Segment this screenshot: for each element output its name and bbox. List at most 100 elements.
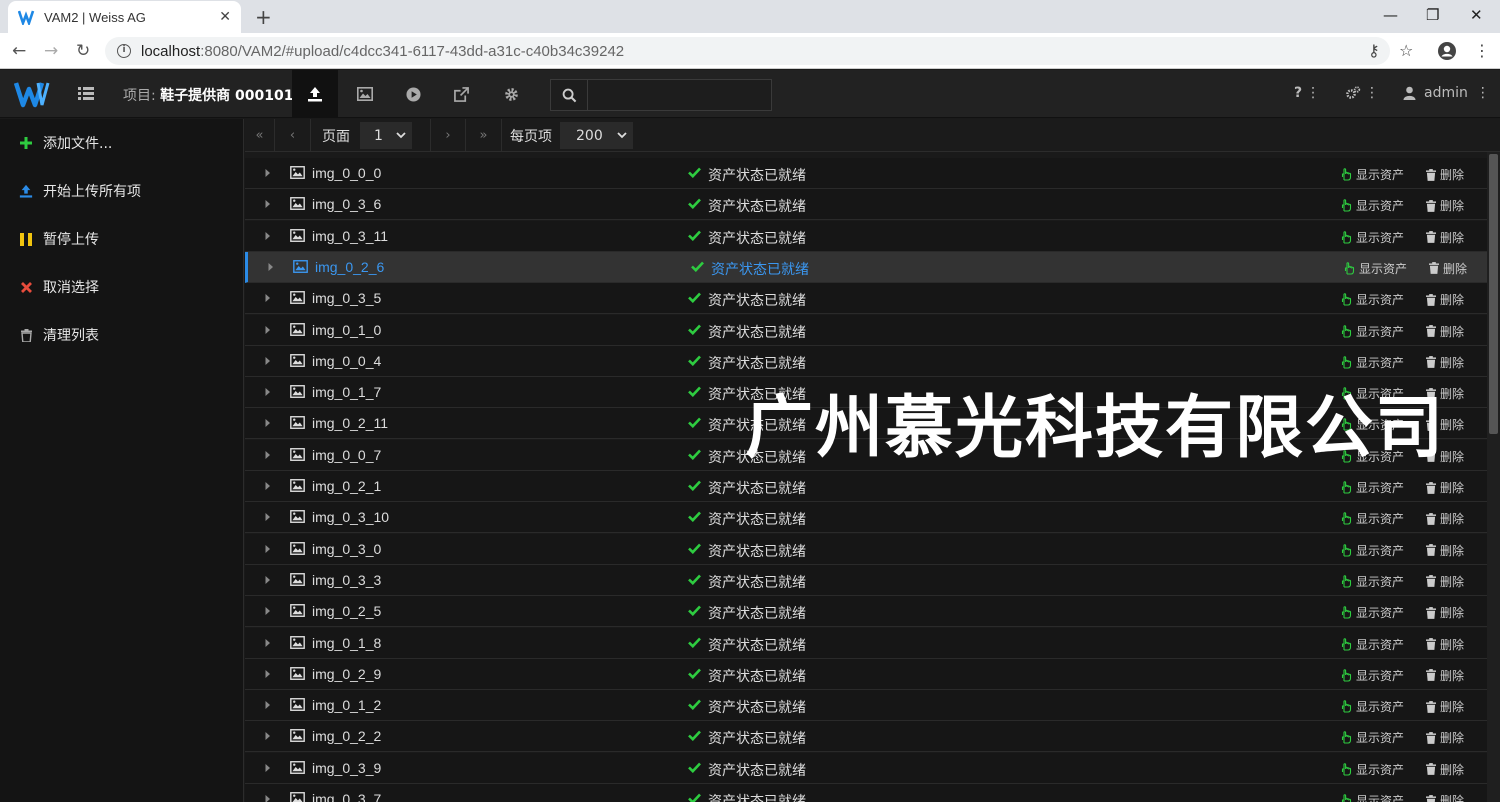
list-item[interactable]: img_0_2_9 资产状态已就绪 显示资产 删除 (245, 658, 1487, 690)
expand-chevron-icon[interactable] (264, 638, 272, 648)
asset-name[interactable]: img_0_0_4 (312, 353, 381, 369)
minimize-icon[interactable]: — (1383, 6, 1398, 24)
asset-name[interactable]: img_0_2_2 (312, 728, 381, 744)
show-asset-button[interactable]: 显示资产 (1341, 573, 1404, 590)
show-asset-button[interactable]: 显示资产 (1341, 510, 1404, 527)
expand-chevron-icon[interactable] (264, 794, 272, 802)
search-input[interactable] (589, 80, 769, 110)
expand-chevron-icon[interactable] (264, 387, 272, 397)
play-tab[interactable] (389, 70, 437, 118)
delete-button[interactable]: 删除 (1426, 510, 1464, 527)
list-item[interactable]: img_0_2_11 资产状态已就绪 显示资产 删除 (245, 408, 1487, 440)
pause-upload-button[interactable]: 暂停上传 (0, 215, 244, 263)
show-asset-button[interactable]: 显示资产 (1341, 291, 1404, 308)
list-item[interactable]: img_0_1_8 资产状态已就绪 显示资产 删除 (245, 627, 1487, 659)
expand-chevron-icon[interactable] (264, 199, 272, 209)
asset-name[interactable]: img_0_1_2 (312, 697, 381, 713)
list-item[interactable]: img_0_2_5 资产状态已就绪 显示资产 删除 (245, 596, 1487, 628)
expand-chevron-icon[interactable] (264, 731, 272, 741)
list-item[interactable]: img_0_1_0 资产状态已就绪 显示资产 删除 (245, 314, 1487, 346)
show-asset-button[interactable]: 显示资产 (1341, 729, 1404, 746)
back-icon[interactable]: ← (12, 41, 26, 61)
show-asset-button[interactable]: 显示资产 (1341, 323, 1404, 340)
expand-chevron-icon[interactable] (264, 450, 272, 460)
delete-button[interactable]: 删除 (1426, 385, 1464, 402)
asset-name[interactable]: img_0_3_0 (312, 541, 381, 557)
expand-chevron-icon[interactable] (264, 606, 272, 616)
expand-chevron-icon[interactable] (264, 325, 272, 335)
show-asset-button[interactable]: 显示资产 (1341, 604, 1404, 621)
expand-chevron-icon[interactable] (264, 231, 272, 241)
asset-name[interactable]: img_0_3_11 (312, 228, 388, 244)
asset-name[interactable]: img_0_3_7 (312, 791, 381, 802)
asset-name[interactable]: img_0_3_3 (312, 572, 381, 588)
bookmark-star-icon[interactable]: ☆ (1399, 41, 1413, 60)
user-menu[interactable]: admin ⋮ (1403, 85, 1490, 101)
asset-name[interactable]: img_0_3_6 (312, 196, 381, 212)
first-page-button[interactable]: « (245, 119, 275, 152)
expand-chevron-icon[interactable] (264, 700, 272, 710)
show-asset-button[interactable]: 显示资产 (1341, 542, 1404, 559)
asset-name[interactable]: img_0_2_11 (312, 415, 388, 431)
page-select[interactable]: 1 (360, 122, 412, 149)
site-info-icon[interactable]: i (117, 44, 131, 58)
next-page-button[interactable]: › (430, 119, 466, 152)
list-item[interactable]: img_0_3_6 资产状态已就绪 显示资产 删除 (245, 189, 1487, 221)
window-close-icon[interactable]: ✕ (1470, 6, 1483, 24)
asset-name[interactable]: img_0_3_5 (312, 290, 381, 306)
new-tab-icon[interactable]: + (255, 5, 272, 29)
clear-list-button[interactable]: 清理列表 (0, 311, 244, 359)
delete-button[interactable]: 删除 (1426, 792, 1464, 802)
show-asset-button[interactable]: 显示资产 (1341, 636, 1404, 653)
admin-settings-menu[interactable]: ⋮ (1345, 85, 1379, 101)
profile-icon[interactable] (1437, 41, 1457, 61)
asset-name[interactable]: img_0_1_0 (312, 322, 381, 338)
expand-chevron-icon[interactable] (264, 544, 272, 554)
key-icon[interactable]: ⚷ (1368, 41, 1380, 60)
expand-chevron-icon[interactable] (264, 356, 272, 366)
show-asset-button[interactable]: 显示资产 (1341, 385, 1404, 402)
delete-button[interactable]: 删除 (1426, 729, 1464, 746)
list-item[interactable]: img_0_3_9 资产状态已就绪 显示资产 删除 (245, 752, 1487, 784)
start-upload-all-button[interactable]: 开始上传所有项 (0, 167, 244, 215)
browser-menu-icon[interactable]: ⋮ (1474, 41, 1490, 60)
show-asset-button[interactable]: 显示资产 (1341, 354, 1404, 371)
last-page-button[interactable]: » (466, 119, 502, 152)
show-asset-button[interactable]: 显示资产 (1341, 229, 1404, 246)
delete-button[interactable]: 删除 (1426, 604, 1464, 621)
app-logo[interactable] (14, 79, 50, 109)
asset-name[interactable]: img_0_2_9 (312, 666, 381, 682)
asset-name[interactable]: img_0_2_1 (312, 478, 381, 494)
delete-button[interactable]: 删除 (1426, 323, 1464, 340)
url-field[interactable]: i localhost:8080/VAM2/#upload/c4dcc341-6… (105, 37, 1390, 65)
maximize-icon[interactable]: ❐ (1426, 6, 1439, 24)
browser-tab[interactable]: VAM2 | Weiss AG ✕ (8, 1, 241, 33)
reload-icon[interactable]: ↻ (76, 41, 90, 61)
expand-chevron-icon[interactable] (264, 168, 272, 178)
list-item[interactable]: img_0_3_7 资产状态已就绪 显示资产 删除 (245, 784, 1487, 802)
list-item[interactable]: img_0_3_10 资产状态已就绪 显示资产 删除 (245, 502, 1487, 534)
asset-name[interactable]: img_0_3_10 (312, 509, 389, 525)
expand-chevron-icon[interactable] (264, 512, 272, 522)
show-asset-button[interactable]: 显示资产 (1341, 197, 1404, 214)
upload-tab[interactable] (292, 70, 338, 118)
show-asset-button[interactable]: 显示资产 (1344, 260, 1407, 277)
expand-chevron-icon[interactable] (264, 293, 272, 303)
prev-page-button[interactable]: ‹ (275, 119, 311, 152)
add-files-button[interactable]: 添加文件... (0, 119, 244, 167)
asset-name[interactable]: img_0_2_6 (315, 259, 384, 275)
show-asset-button[interactable]: 显示资产 (1341, 667, 1404, 684)
cancel-selection-button[interactable]: 取消选择 (0, 263, 244, 311)
show-asset-button[interactable]: 显示资产 (1341, 416, 1404, 433)
help-menu[interactable]: ? ⋮ (1294, 85, 1320, 101)
expand-chevron-icon[interactable] (264, 481, 272, 491)
show-asset-button[interactable]: 显示资产 (1341, 166, 1404, 183)
assets-tab[interactable] (341, 70, 389, 118)
asset-name[interactable]: img_0_2_5 (312, 603, 381, 619)
delete-button[interactable]: 删除 (1426, 479, 1464, 496)
delete-button[interactable]: 删除 (1426, 229, 1464, 246)
asset-name[interactable]: img_0_0_0 (312, 165, 381, 181)
per-page-select[interactable]: 200 (560, 122, 633, 149)
expand-chevron-icon[interactable] (264, 763, 272, 773)
asset-name[interactable]: img_0_0_7 (312, 447, 381, 463)
